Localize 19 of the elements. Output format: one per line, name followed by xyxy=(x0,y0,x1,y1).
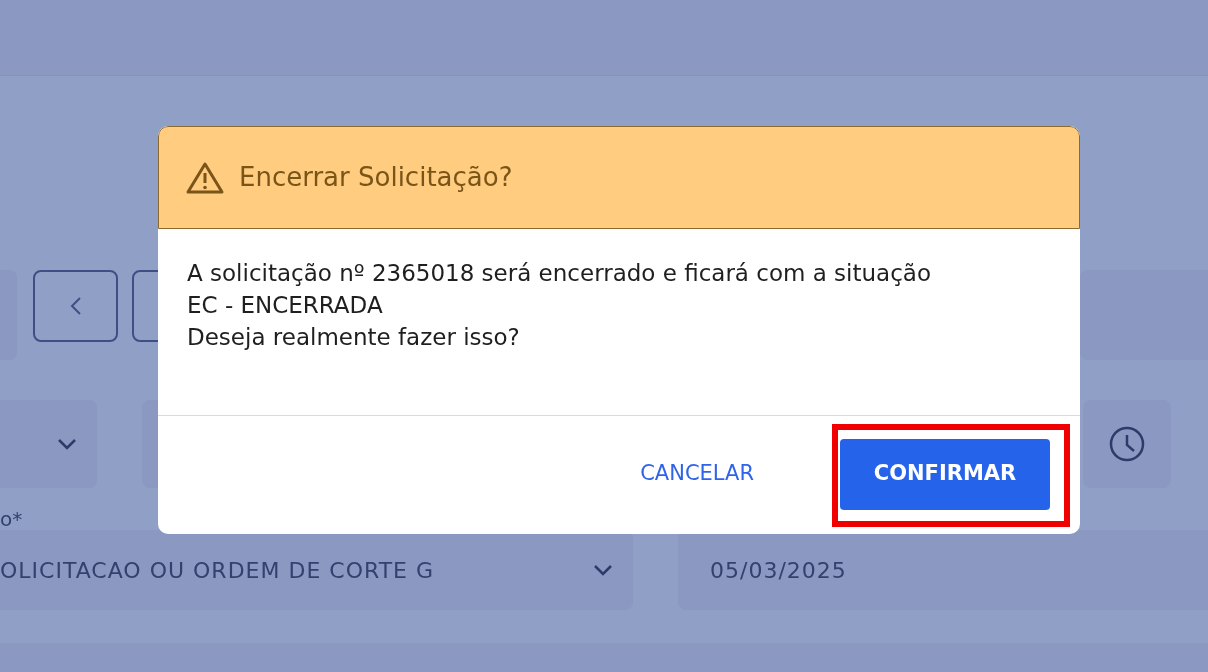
message-text: A solicitação nº 2365018 será encerrado e ficará com a situação xyxy=(187,259,932,288)
field-label: o* xyxy=(0,507,23,531)
clock-icon xyxy=(1108,425,1146,463)
warning-icon xyxy=(185,160,225,195)
select-field[interactable]: OLICITACAO OU ORDEM DE CORTE G xyxy=(0,530,633,610)
message-text: Deseja realmente fazer isso? xyxy=(187,323,521,352)
cancel-button[interactable]: CANCELAR xyxy=(618,450,776,498)
date-value: 05/03/2025 xyxy=(710,556,847,585)
select-value: OLICITACAO OU ORDEM DE CORTE G xyxy=(0,556,435,585)
chevron-down-icon xyxy=(57,438,77,450)
previous-button[interactable] xyxy=(33,270,118,342)
message-text: EC - ENCERRADA xyxy=(187,291,384,320)
chevron-down-icon xyxy=(593,564,613,576)
time-field[interactable] xyxy=(1083,400,1171,488)
confirm-button[interactable]: CONFIRMAR xyxy=(840,438,1050,510)
date-field[interactable]: 05/03/2025 xyxy=(678,530,1208,610)
dialog-title: Encerrar Solicitação? xyxy=(239,161,513,194)
chevron-left-icon xyxy=(68,295,83,317)
select-field[interactable] xyxy=(0,400,97,488)
